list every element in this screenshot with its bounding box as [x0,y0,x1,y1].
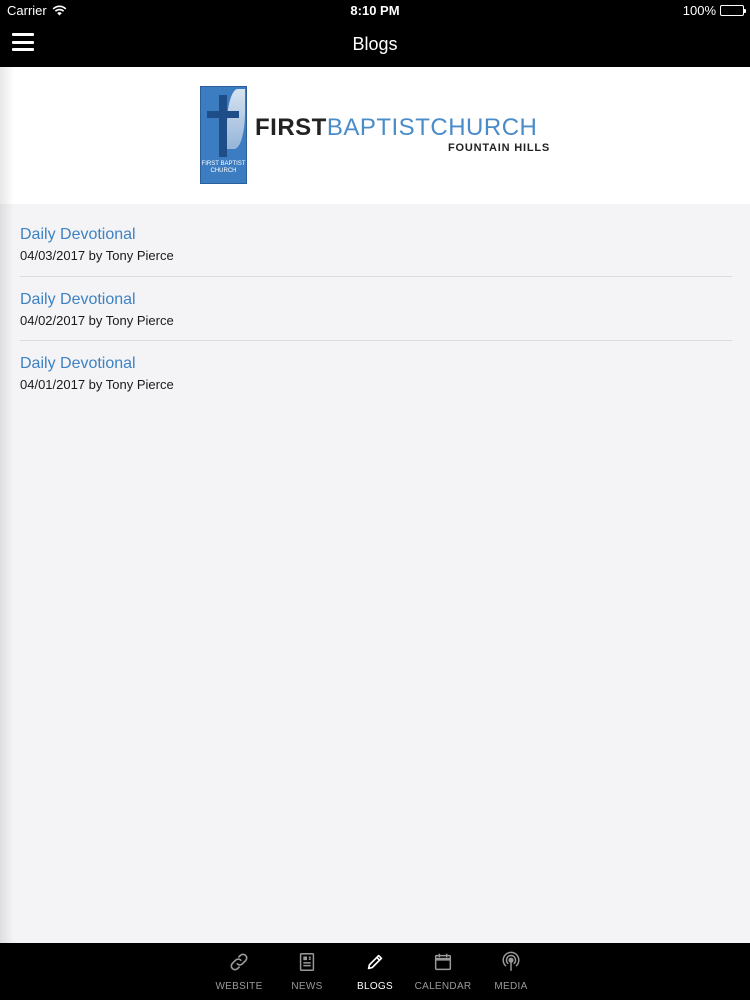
tab-bar: WEBSITE NEWS BLOGS CALENDAR MEDIA [0,943,750,1000]
tab-news[interactable]: NEWS [280,943,334,1000]
tab-label: BLOGS [357,981,393,992]
logo-word-church: CHURCH [430,114,538,141]
blog-title[interactable]: Daily Devotional [20,291,732,309]
tab-website[interactable]: WEBSITE [212,943,266,1000]
tab-label: WEBSITE [215,981,263,992]
blog-meta: 04/01/2017 by Tony Pierce [20,377,174,392]
status-time: 8:10 PM [350,3,400,18]
tab-label: NEWS [291,981,323,992]
logo-subtitle: FOUNTAIN HILLS [447,142,550,154]
battery-icon [720,5,746,16]
link-icon [230,953,248,971]
list-item[interactable]: Daily Devotional 04/03/2017 by Tony Pier… [20,212,732,277]
tab-label: MEDIA [494,981,528,992]
blog-title[interactable]: Daily Devotional [20,226,732,244]
page-title: Blogs [352,34,398,54]
calendar-icon [434,953,452,971]
logo-word-baptist: BAPTIST [326,114,431,141]
logo-mark-text: FIRST BAPTIST CHURCH [201,161,246,174]
nav-bar: Blogs [0,22,750,67]
logo-wordmark: FIRSTBAPTISTCHURCH [255,114,537,142]
church-logo: FIRST BAPTIST CHURCH FIRSTBAPTISTCHURCH … [200,86,560,186]
status-bar: Carrier 8:10 PM 100% [0,0,750,22]
battery-percent: 100% [682,3,716,18]
blog-list: Daily Devotional 04/03/2017 by Tony Pier… [0,212,750,405]
logo-word-first: FIRST [255,114,327,141]
list-item[interactable]: Daily Devotional 04/02/2017 by Tony Pier… [20,277,732,341]
blog-meta: 04/03/2017 by Tony Pierce [20,248,174,263]
blog-meta: 04/02/2017 by Tony Pierce [20,313,174,328]
pencil-icon [367,954,383,970]
blog-title[interactable]: Daily Devotional [20,355,732,373]
header-banner: FIRST BAPTIST CHURCH FIRSTBAPTISTCHURCH … [0,67,750,204]
tab-blogs[interactable]: BLOGS [348,943,402,1000]
podcast-icon [502,951,520,971]
battery-group: 100% [682,3,746,18]
list-item[interactable]: Daily Devotional 04/01/2017 by Tony Pier… [20,341,732,405]
tab-calendar[interactable]: CALENDAR [414,943,472,1000]
tab-label: CALENDAR [414,981,472,992]
tab-media[interactable]: MEDIA [484,943,538,1000]
newspaper-icon [299,953,315,971]
cross-logo-mark: FIRST BAPTIST CHURCH [200,86,247,184]
